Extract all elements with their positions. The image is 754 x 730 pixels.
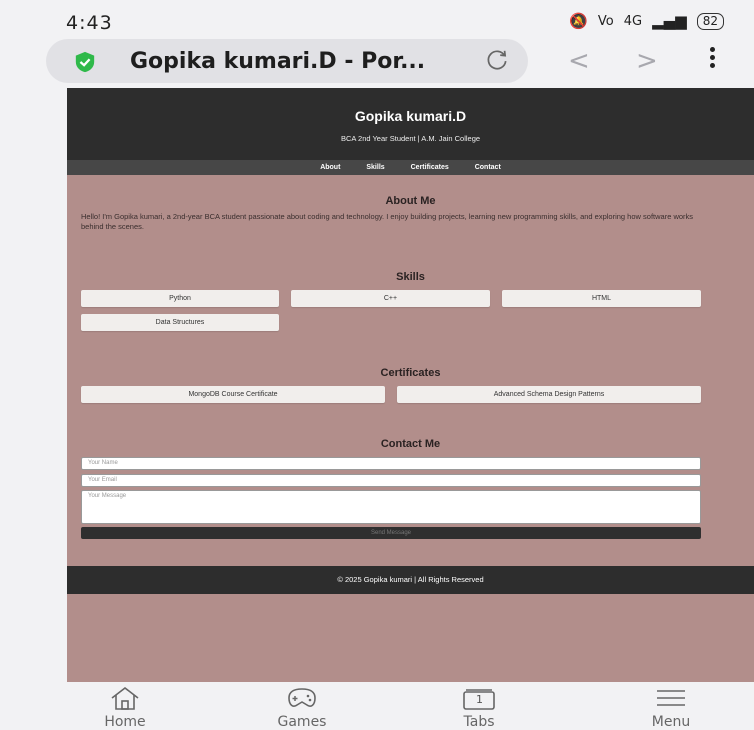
hamburger-menu-icon — [611, 682, 731, 714]
certificates-heading: Certificates — [380, 367, 441, 379]
back-button[interactable]: < — [568, 46, 590, 76]
certificate-item[interactable]: MongoDB Course Certificate — [81, 386, 385, 403]
network-type: 4G — [623, 13, 643, 29]
shield-check-icon — [75, 51, 95, 73]
site-title: Gopika kumari.D — [354, 108, 467, 124]
status-bar: 4:43 🔕 Vo 4G ▂▄▆ 82 — [0, 0, 754, 38]
nav-certificates[interactable]: Certificates — [411, 164, 449, 171]
home-icon — [65, 682, 185, 714]
home-label: Home — [104, 714, 146, 730]
nav-about[interactable]: About — [320, 164, 340, 171]
dot-icon — [709, 55, 715, 60]
skill-chip: Python — [81, 290, 279, 307]
site-header: Gopika kumari.D BCA 2nd Year Student | A… — [67, 88, 754, 160]
tabs-tab[interactable]: Tabs — [419, 682, 539, 730]
message-field[interactable]: Your Message — [81, 490, 701, 524]
skill-chip: Data Structures — [81, 314, 279, 331]
overflow-menu-button[interactable] — [706, 47, 718, 71]
bottom-navigation: Home Games Tabs 1 Menu — [0, 682, 754, 730]
email-field[interactable]: Your Email — [81, 474, 701, 487]
gamepad-icon — [242, 682, 362, 714]
nav-contact[interactable]: Contact — [475, 164, 501, 171]
games-label: Games — [277, 714, 327, 730]
site-nav: About Skills Certificates Contact — [67, 160, 754, 175]
skill-chip: HTML — [502, 290, 701, 307]
address-bar[interactable]: Gopika kumari.D - Por... — [46, 39, 528, 83]
status-time: 4:43 — [66, 12, 113, 34]
home-tab[interactable]: Home — [65, 682, 185, 730]
menu-tab[interactable]: Menu — [611, 682, 731, 730]
skills-heading: Skills — [396, 271, 425, 283]
site-footer: © 2025 Gopika kumari | All Rights Reserv… — [67, 566, 754, 594]
contact-heading: Contact Me — [380, 438, 441, 450]
games-tab[interactable]: Games — [242, 682, 362, 730]
mute-icon: 🔕 — [569, 12, 588, 30]
forward-button[interactable]: > — [636, 46, 658, 76]
reload-icon[interactable] — [484, 47, 510, 80]
signal-icon: ▂▄▆ — [652, 12, 687, 30]
volte-icon: Vo — [597, 13, 614, 29]
tabs-label: Tabs — [463, 714, 495, 730]
send-message-button[interactable]: Send Message — [81, 527, 701, 539]
tabs-count: 1 — [476, 693, 483, 706]
nav-skills[interactable]: Skills — [366, 164, 384, 171]
battery-indicator: 82 — [696, 12, 724, 30]
website-page: Gopika kumari.D BCA 2nd Year Student | A… — [67, 88, 754, 682]
menu-label: Menu — [651, 714, 691, 730]
certificate-item[interactable]: Advanced Schema Design Patterns — [397, 386, 701, 403]
name-field[interactable]: Your Name — [81, 457, 701, 470]
chevron-left-icon: < — [568, 46, 590, 76]
about-heading: About Me — [385, 195, 436, 207]
chevron-right-icon: > — [636, 46, 658, 76]
tab-title[interactable]: Gopika kumari.D - Por... — [130, 49, 425, 74]
about-text: Hello! I'm Gopika kumari, a 2nd-year BCA… — [81, 212, 694, 231]
dot-icon — [709, 47, 715, 52]
status-icons: 🔕 Vo 4G ▂▄▆ 82 — [569, 12, 724, 30]
dot-icon — [709, 63, 715, 68]
site-subtitle: BCA 2nd Year Student | A.M. Jain College — [340, 134, 481, 143]
skill-chip: C++ — [291, 290, 490, 307]
